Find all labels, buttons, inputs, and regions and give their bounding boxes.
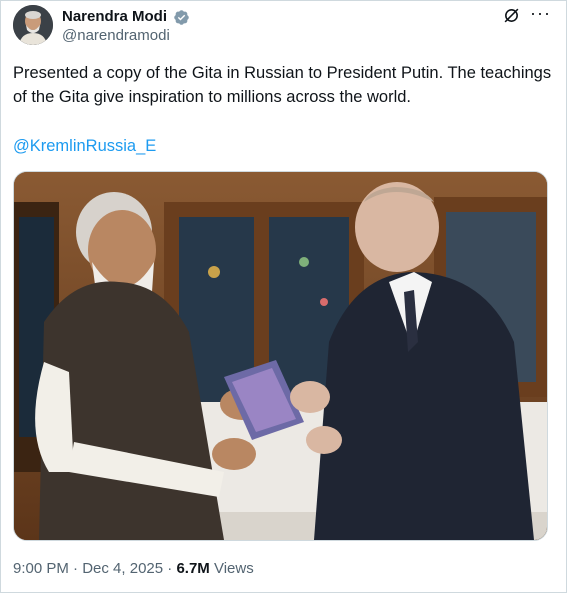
post-photo[interactable] <box>13 171 548 541</box>
post-time[interactable]: 9:00 PM <box>13 560 69 577</box>
author-avatar[interactable] <box>13 5 53 45</box>
mention-link[interactable]: @KremlinRussia_E <box>13 134 156 158</box>
author-name[interactable]: Narendra Modi <box>62 8 167 26</box>
more-options-icon[interactable]: ··· <box>530 3 551 24</box>
post-date[interactable]: Dec 4, 2025 <box>82 560 163 577</box>
views-label: Views <box>213 560 254 577</box>
meta-separator-2: · <box>167 560 173 577</box>
verified-badge-icon <box>174 10 189 25</box>
post-metadata: 9:00 PM · Dec 4, 2025 · 6.7M Views <box>13 560 254 578</box>
meta-separator: · <box>73 560 79 577</box>
grok-icon[interactable] <box>503 7 520 24</box>
views-count: 6.7M <box>176 560 210 577</box>
author-handle[interactable]: @narendramodi <box>62 27 170 45</box>
post-text: Presented a copy of the Gita in Russian … <box>13 64 552 106</box>
